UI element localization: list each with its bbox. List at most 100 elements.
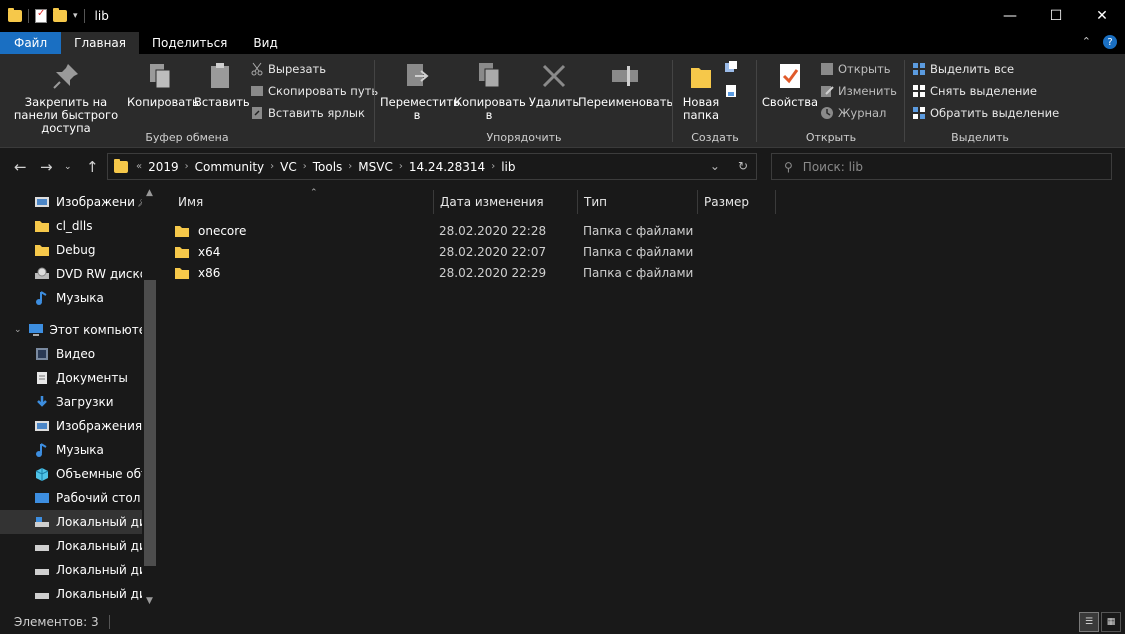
open-button[interactable]: Открыть (820, 62, 891, 76)
collapse-ribbon-icon[interactable]: ⌃ (1082, 35, 1091, 49)
invert-selection-button[interactable]: Обратить выделение (912, 106, 1059, 120)
search-input[interactable]: ⚲ Поиск: lib (771, 153, 1112, 180)
nav-item-this-pc[interactable]: ⌄ Этот компьютер (0, 318, 142, 342)
rename-button[interactable]: Переименовать (578, 58, 673, 109)
file-type: Папка с файлами (583, 244, 694, 259)
column-header-type[interactable]: Тип (578, 190, 698, 214)
chevron-down-icon[interactable]: ⌄ (14, 325, 22, 335)
forward-arrow-icon[interactable]: → (40, 158, 53, 176)
history-button[interactable]: Журнал (820, 106, 886, 120)
column-header-size[interactable]: Размер (698, 190, 776, 214)
nav-item-documents[interactable]: Документы (0, 366, 142, 390)
table-row[interactable]: x86 28.02.2020 22:29 Папка с файлами (174, 262, 714, 283)
address-history-chevron-icon[interactable]: ⌄ (710, 159, 720, 173)
move-to-icon (401, 60, 433, 92)
nav-item-music[interactable]: Музыка (0, 286, 142, 310)
3d-objects-icon (34, 467, 50, 481)
window-title: lib (94, 9, 109, 23)
select-none-button[interactable]: Снять выделение (912, 84, 1037, 98)
copy-path-button[interactable]: Скопировать путь (250, 84, 378, 98)
properties-icon[interactable] (35, 8, 47, 23)
breadcrumb-tools[interactable]: Tools (307, 160, 349, 174)
pin-icon (50, 60, 82, 92)
paste-button[interactable]: Вставить (194, 58, 250, 109)
nav-item-local-disk-1[interactable]: Локальный дис (0, 510, 142, 534)
new-item-button[interactable] (724, 60, 738, 74)
move-to-button[interactable]: Переместить в (380, 58, 460, 122)
clipboard-group: Закрепить на панели быстрого доступа Коп… (0, 54, 378, 148)
customize-toolbar-icon[interactable]: ▾ (73, 11, 78, 21)
nav-item-debug[interactable]: Debug (0, 238, 142, 262)
breadcrumb-msvc[interactable]: MSVC (352, 160, 399, 174)
open-group: Свойства Открыть Изменить Журнал Открыть (758, 54, 904, 148)
copy-button[interactable]: Копировать (127, 58, 199, 109)
nav-item-label: Локальный дис (56, 515, 142, 529)
edit-button[interactable]: Изменить (820, 84, 897, 98)
pin-to-quick-access-button[interactable]: Закрепить на панели быстрого доступа (6, 58, 126, 135)
nav-scrollbar-thumb[interactable] (144, 280, 156, 566)
new-folder-icon[interactable] (53, 8, 67, 22)
up-arrow-icon[interactable]: ↑ (86, 158, 99, 176)
recent-locations-icon[interactable]: ⌄ (64, 162, 72, 172)
toolbar-divider (28, 9, 29, 23)
cut-button[interactable]: Вырезать (250, 62, 326, 76)
copy-to-button[interactable]: Копировать в (454, 58, 526, 122)
computer-icon (28, 323, 44, 337)
breadcrumb-2019[interactable]: 2019 (142, 160, 185, 174)
tab-file[interactable]: Файл (0, 32, 62, 54)
scroll-down-icon[interactable]: ▼ (146, 596, 153, 606)
select-none-icon (912, 84, 926, 98)
nav-item-music-2[interactable]: Музыка (0, 438, 142, 462)
nav-item-local-disk-3[interactable]: Локальный дис (0, 558, 142, 582)
nav-item-cl-dlls[interactable]: cl_dlls (0, 214, 142, 238)
dvd-drive-icon (34, 267, 50, 281)
scroll-up-icon[interactable]: ▲ (146, 188, 153, 198)
delete-button[interactable]: Удалить (528, 58, 580, 109)
column-header-name[interactable]: ⌃ Имя (172, 188, 434, 214)
nav-item-pictures-pinned[interactable]: Изображени 📌︎ (0, 190, 142, 214)
help-icon[interactable]: ? (1103, 35, 1117, 49)
nav-item-pictures[interactable]: Изображения (0, 414, 142, 438)
nav-item-video[interactable]: Видео (0, 342, 142, 366)
breadcrumb-lib[interactable]: lib (495, 160, 521, 174)
nav-item-downloads[interactable]: Загрузки (0, 390, 142, 414)
nav-item-label: Рабочий стол (56, 491, 141, 505)
details-view-icon[interactable]: ☰ (1079, 612, 1099, 632)
nav-item-label: Музыка (56, 443, 104, 457)
edit-icon (820, 84, 834, 98)
breadcrumb-version[interactable]: 14.24.28314 (403, 160, 491, 174)
folder-icon (34, 243, 50, 257)
folder-icon (174, 245, 190, 259)
large-icons-view-icon[interactable]: ▦ (1101, 612, 1121, 632)
nav-item-3d-objects[interactable]: Объемные объ (0, 462, 142, 486)
tab-share[interactable]: Поделиться (139, 32, 240, 54)
ribbon-divider (374, 60, 375, 142)
address-bar[interactable]: « 2019 › Community › VC › Tools › MSVC ›… (107, 153, 757, 180)
maximize-button[interactable]: ☐ (1033, 0, 1079, 32)
table-row[interactable]: x64 28.02.2020 22:07 Папка с файлами (174, 241, 714, 262)
sort-ascending-icon: ⌃ (310, 188, 318, 198)
breadcrumb-vc[interactable]: VC (274, 160, 303, 174)
minimize-button[interactable]: — (987, 0, 1033, 32)
easy-access-button[interactable] (724, 84, 738, 98)
back-arrow-icon[interactable]: ← (14, 158, 27, 176)
paste-shortcut-button[interactable]: Вставить ярлык (250, 106, 365, 120)
column-header-date[interactable]: Дата изменения (434, 190, 578, 214)
copy-icon (144, 60, 176, 92)
history-icon (820, 106, 834, 120)
nav-item-desktop[interactable]: Рабочий стол (0, 486, 142, 510)
refresh-icon[interactable]: ↻ (738, 159, 748, 173)
nav-item-dvd-drive[interactable]: DVD RW дисков (0, 262, 142, 286)
nav-item-local-disk-2[interactable]: Локальный дис (0, 534, 142, 558)
tab-view[interactable]: Вид (240, 32, 290, 54)
new-folder-button[interactable]: Новая папка (676, 58, 726, 122)
open-group-label: Открыть (805, 131, 857, 144)
nav-item-local-disk-4[interactable]: Локальный дис (0, 582, 142, 606)
properties-button[interactable]: Свойства (760, 58, 820, 109)
close-button[interactable]: ✕ (1079, 0, 1125, 32)
select-all-button[interactable]: Выделить все (912, 62, 1014, 76)
breadcrumb-community[interactable]: Community (189, 160, 270, 174)
tab-home[interactable]: Главная (61, 32, 139, 54)
new-folder-icon (685, 60, 717, 92)
table-row[interactable]: onecore 28.02.2020 22:28 Папка с файлами (174, 220, 714, 241)
